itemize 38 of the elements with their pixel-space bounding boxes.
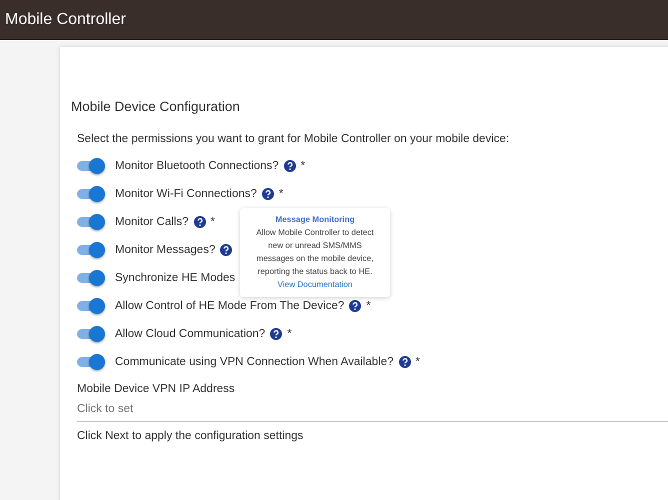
footer-note: Click Next to apply the configuration settings — [77, 430, 304, 442]
help-icon[interactable] — [220, 244, 232, 256]
toggle-switch[interactable] — [77, 185, 105, 203]
tooltip-title: Message Monitoring — [274, 214, 356, 226]
help-icon[interactable] — [284, 160, 296, 172]
toggle-switch[interactable] — [77, 213, 105, 231]
documentation-link[interactable]: View Documentation — [278, 278, 352, 291]
help-icon[interactable] — [262, 188, 274, 200]
help-icon[interactable] — [349, 300, 362, 312]
toggle-switch[interactable] — [77, 353, 105, 371]
toggle-switch[interactable] — [77, 241, 105, 259]
app-title: Mobile Controller — [5, 10, 126, 28]
permission-label: Monitor Bluetooth Connections? — [115, 160, 279, 172]
permission-label: Monitor Messages? — [115, 244, 216, 256]
required-mark: * — [287, 328, 292, 340]
required-mark: * — [416, 356, 420, 368]
field-label: Mobile Device VPN IP Address — [77, 383, 236, 395]
permission-label: Monitor Calls? — [115, 216, 188, 228]
permission-label: Communicate using VPN Connection When Available? — [115, 356, 394, 368]
toggle-switch[interactable] — [77, 325, 105, 343]
permission-label: Synchronize HE Modes — [115, 272, 236, 284]
tooltip-text: Allow Mobile Controller to detect new or unread SMS/MMS messages on the mobile device, reporting the status back to HE. — [255, 227, 375, 278]
vpn-ip-field[interactable]: Click to set — [77, 401, 668, 422]
toggle-switch[interactable] — [77, 297, 105, 315]
toggle-switch[interactable] — [77, 269, 105, 287]
required-mark: * — [278, 188, 284, 200]
required-mark: * — [210, 216, 215, 228]
required-mark: * — [366, 300, 371, 312]
permission-label: Monitor Wi-Fi Connections? — [115, 188, 257, 200]
instructions-text: Select the permissions you want to grant for Mobile Controller on your mobile device: — [77, 133, 510, 145]
permission-label: Allow Cloud Communication? — [115, 328, 266, 340]
section-title: Mobile Device Configuration — [71, 99, 241, 114]
help-icon[interactable] — [270, 328, 282, 340]
help-icon[interactable] — [398, 356, 410, 368]
required-mark: * — [300, 160, 306, 172]
permission-label: Allow Control of HE Mode From The Device? — [115, 300, 344, 312]
toggle-switch[interactable] — [77, 157, 105, 175]
help-icon[interactable] — [194, 216, 206, 228]
